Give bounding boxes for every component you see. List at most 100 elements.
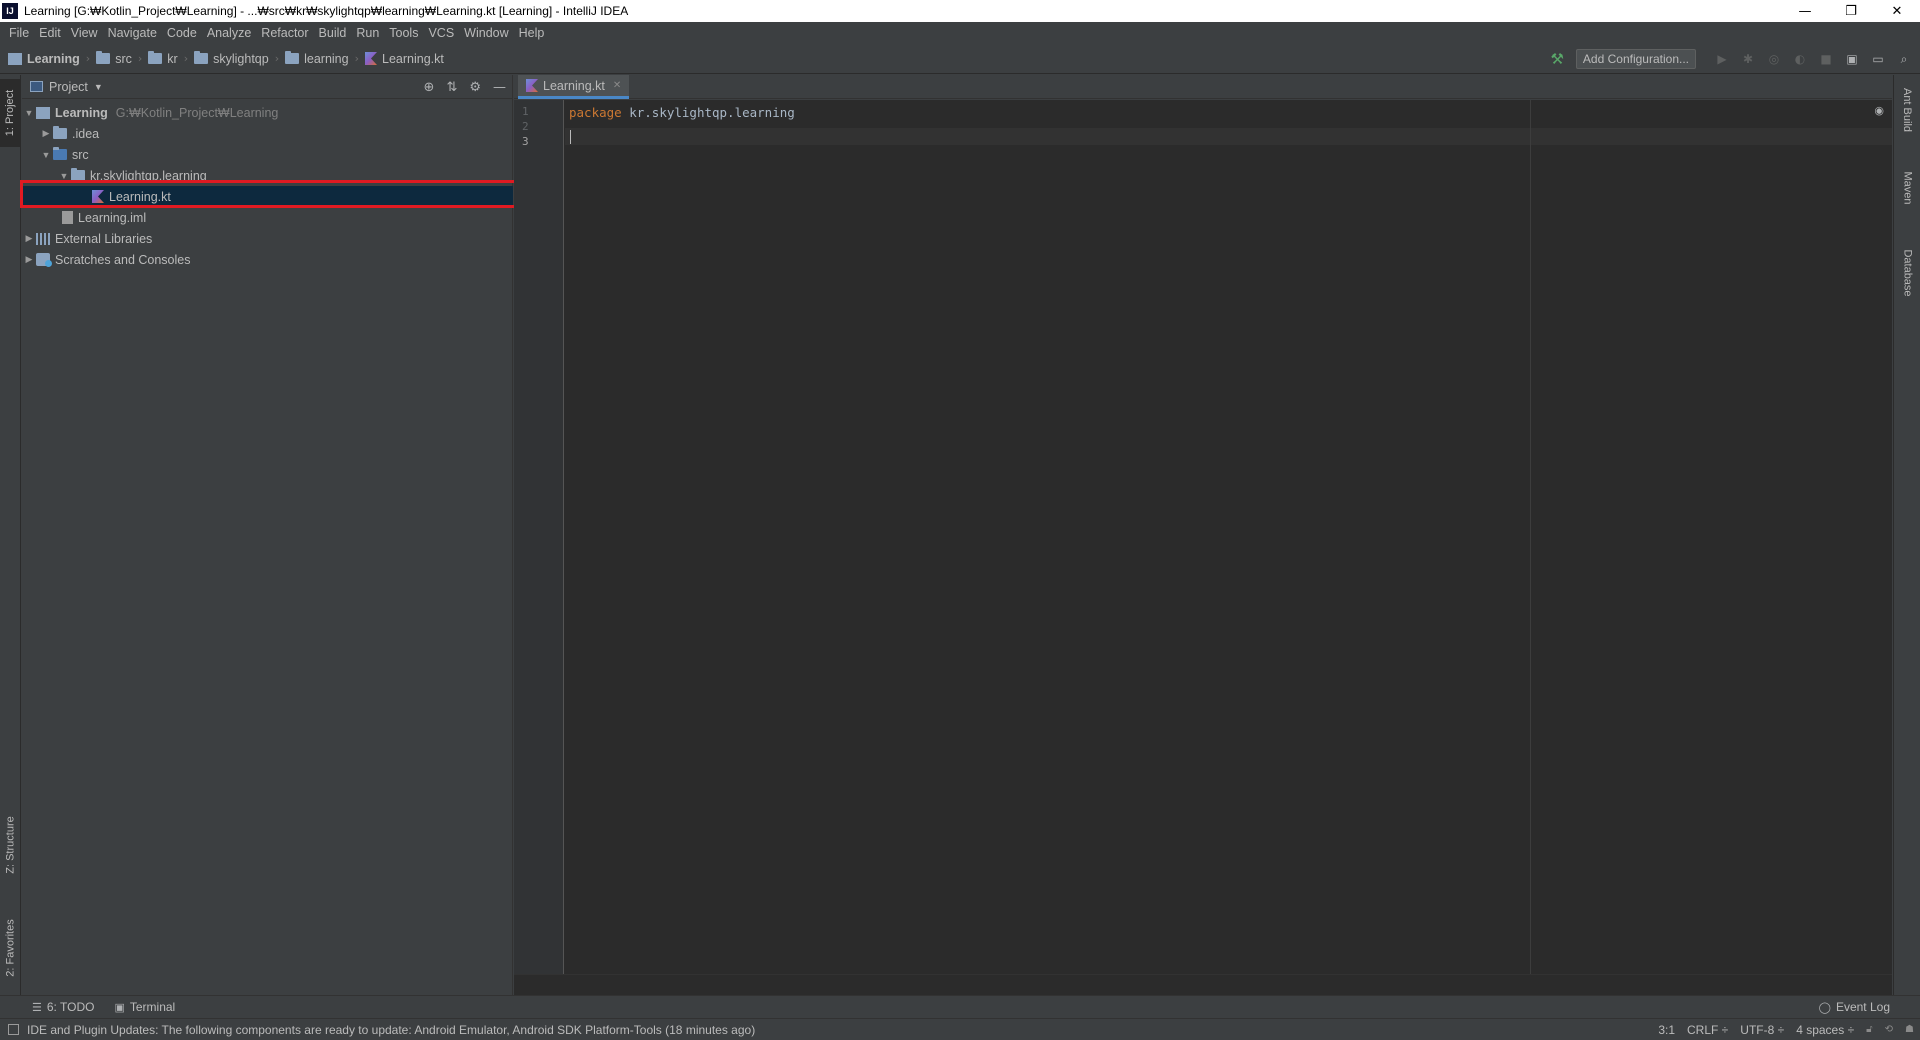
breadcrumb-kr[interactable]: kr [148,51,178,66]
run-icon[interactable]: ▶ [1712,49,1732,69]
event-log-tool-tab[interactable]: ◯ Event Log [1819,1000,1890,1014]
menu-edit[interactable]: Edit [34,26,66,40]
database-tool-tab[interactable]: Database [1894,235,1920,310]
collapsed-arrow-icon[interactable]: ▶ [22,254,36,265]
lock-icon[interactable]: 🔓︎ [1866,1024,1872,1035]
terminal-tool-tab[interactable]: ▣ Terminal [114,1000,175,1014]
breadcrumb-label: learning [304,51,349,66]
tree-node-label: Learning [55,105,108,120]
menu-tools[interactable]: Tools [384,26,423,40]
menu-bar: File Edit View Navigate Code Analyze Ref… [0,22,1920,44]
stop-icon[interactable]: ■ [1816,49,1836,69]
debug-icon[interactable]: ✱ [1738,49,1758,69]
gear-icon[interactable]: ⚙ [469,80,481,95]
menu-view[interactable]: View [66,26,103,40]
breadcrumb-skylightqp[interactable]: skylightqp [194,51,269,66]
breadcrumb-file[interactable]: Learning.kt [365,52,444,66]
tree-node-file-selected[interactable]: Learning.kt [22,186,513,207]
event-log-icon: ◯ [1818,1001,1831,1014]
menu-run[interactable]: Run [351,26,384,40]
menu-navigate[interactable]: Navigate [103,26,162,40]
tree-node-idea[interactable]: ▶ .idea [22,123,513,144]
tree-node-src[interactable]: ▼ src [22,144,513,165]
menu-code[interactable]: Code [162,26,202,40]
structure-tool-tab[interactable]: Z: Structure [0,805,21,885]
menu-help[interactable]: Help [514,26,550,40]
breadcrumb-learning[interactable]: learning [285,51,349,66]
hector-icon[interactable]: ☗ [1905,1024,1914,1035]
git-icon[interactable]: ⟲ [1885,1024,1893,1035]
tree-node-scratches[interactable]: ▶ Scratches and Consoles [22,249,513,270]
restore-button[interactable]: ❐ [1828,0,1874,22]
kotlin-file-icon [526,79,538,92]
line-number-gutter: 1 2 3 [514,100,564,974]
hide-panel-icon[interactable]: — [493,80,506,95]
source-folder-icon [53,147,67,160]
coverage-icon[interactable]: ◎ [1764,49,1784,69]
encoding-selector[interactable]: UTF-8 ÷ [1740,1023,1784,1037]
minimize-button[interactable]: — [1782,0,1828,22]
eye-icon[interactable]: ◉ [1874,104,1884,117]
menu-analyze[interactable]: Analyze [202,26,256,40]
menu-window[interactable]: Window [459,26,513,40]
module-icon [36,106,50,119]
close-tab-icon[interactable]: ✕ [613,80,621,91]
breadcrumb-src[interactable]: src [96,51,132,66]
expanded-arrow-icon[interactable]: ▼ [57,171,71,181]
indent-selector[interactable]: 4 spaces ÷ [1796,1023,1854,1037]
locate-file-icon[interactable]: ⊕ [424,80,435,95]
tree-node-label: Learning.iml [78,210,147,225]
add-configuration-button[interactable]: Add Configuration... [1575,49,1696,69]
tree-node-root[interactable]: ▼ Learning G:₩Kotlin_Project₩Learning [22,102,513,123]
project-panel-actions: ⊕ ⇅ ⚙ — [424,75,506,99]
editor-tab-label: Learning.kt [543,78,605,93]
iml-file-icon [62,211,73,224]
editor-horizontal-scrollbar[interactable] [514,974,1892,995]
library-icon [36,232,50,245]
scratches-icon [36,253,52,267]
module-icon [8,52,22,65]
maven-tool-tab[interactable]: Maven [1894,160,1920,215]
caret-position[interactable]: 3:1 [1658,1023,1675,1037]
editor-tab-learning-kt[interactable]: Learning.kt ✕ [518,75,630,99]
menu-file[interactable]: File [4,26,34,40]
project-structure-icon[interactable]: ▣ [1842,49,1862,69]
menu-vcs[interactable]: VCS [423,26,459,40]
sdk-manager-icon[interactable]: ▭ [1868,49,1888,69]
code-editor[interactable]: 1 2 3 package kr.skylightqp.learning ◉ [514,100,1892,974]
right-tool-strip: Ant Build Maven Database [1893,75,1920,995]
collapsed-arrow-icon[interactable]: ▶ [39,128,53,139]
tree-node-label: External Libraries [55,231,153,246]
line-separator-selector[interactable]: CRLF ÷ [1687,1023,1728,1037]
breadcrumb-separator-icon: › [183,52,189,65]
folder-icon [96,51,111,64]
profile-icon[interactable]: ◐ [1790,49,1810,69]
collapsed-arrow-icon[interactable]: ▶ [22,233,36,244]
breadcrumb-separator-icon: › [85,52,91,65]
tree-node-iml[interactable]: Learning.iml [22,207,513,228]
project-view-selector[interactable]: Project ▼ [30,80,103,94]
terminal-icon: ▣ [114,1001,125,1014]
breadcrumb-project[interactable]: Learning [8,52,80,66]
close-button[interactable]: ✕ [1874,0,1920,22]
search-everywhere-icon[interactable]: ⌕ [1894,49,1914,69]
collapse-all-icon[interactable]: ⇅ [446,80,457,95]
status-message[interactable]: IDE and Plugin Updates: The following co… [8,1023,755,1037]
favorites-tool-tab[interactable]: 2: Favorites [0,905,21,990]
menu-build[interactable]: Build [314,26,352,40]
tree-node-external-libraries[interactable]: ▶ External Libraries [22,228,513,249]
window-title: Learning [G:₩Kotlin_Project₩Learning] - … [24,4,629,18]
todo-tool-tab[interactable]: ☰ 6: TODO [32,1000,94,1014]
project-tool-tab[interactable]: 1: Project [0,79,21,147]
tree-node-label: src [72,147,89,162]
expanded-arrow-icon[interactable]: ▼ [39,150,53,160]
menu-refactor[interactable]: Refactor [256,26,313,40]
ant-build-tool-tab[interactable]: Ant Build [1894,75,1920,145]
build-hammer-icon[interactable]: ⚒ [1550,50,1563,68]
expanded-arrow-icon[interactable]: ▼ [22,108,36,118]
toggle-tool-windows-icon[interactable] [8,1024,19,1035]
tree-node-package[interactable]: ▼ kr.skylightqp.learning [22,165,513,186]
run-toolbar: ⚒ Add Configuration... ▶ ✱ ◎ ◐ ■ ▣ ▭ ⌕ [1550,44,1914,74]
intellij-app-icon: IJ [2,3,18,19]
right-margin-guide [1530,100,1531,974]
